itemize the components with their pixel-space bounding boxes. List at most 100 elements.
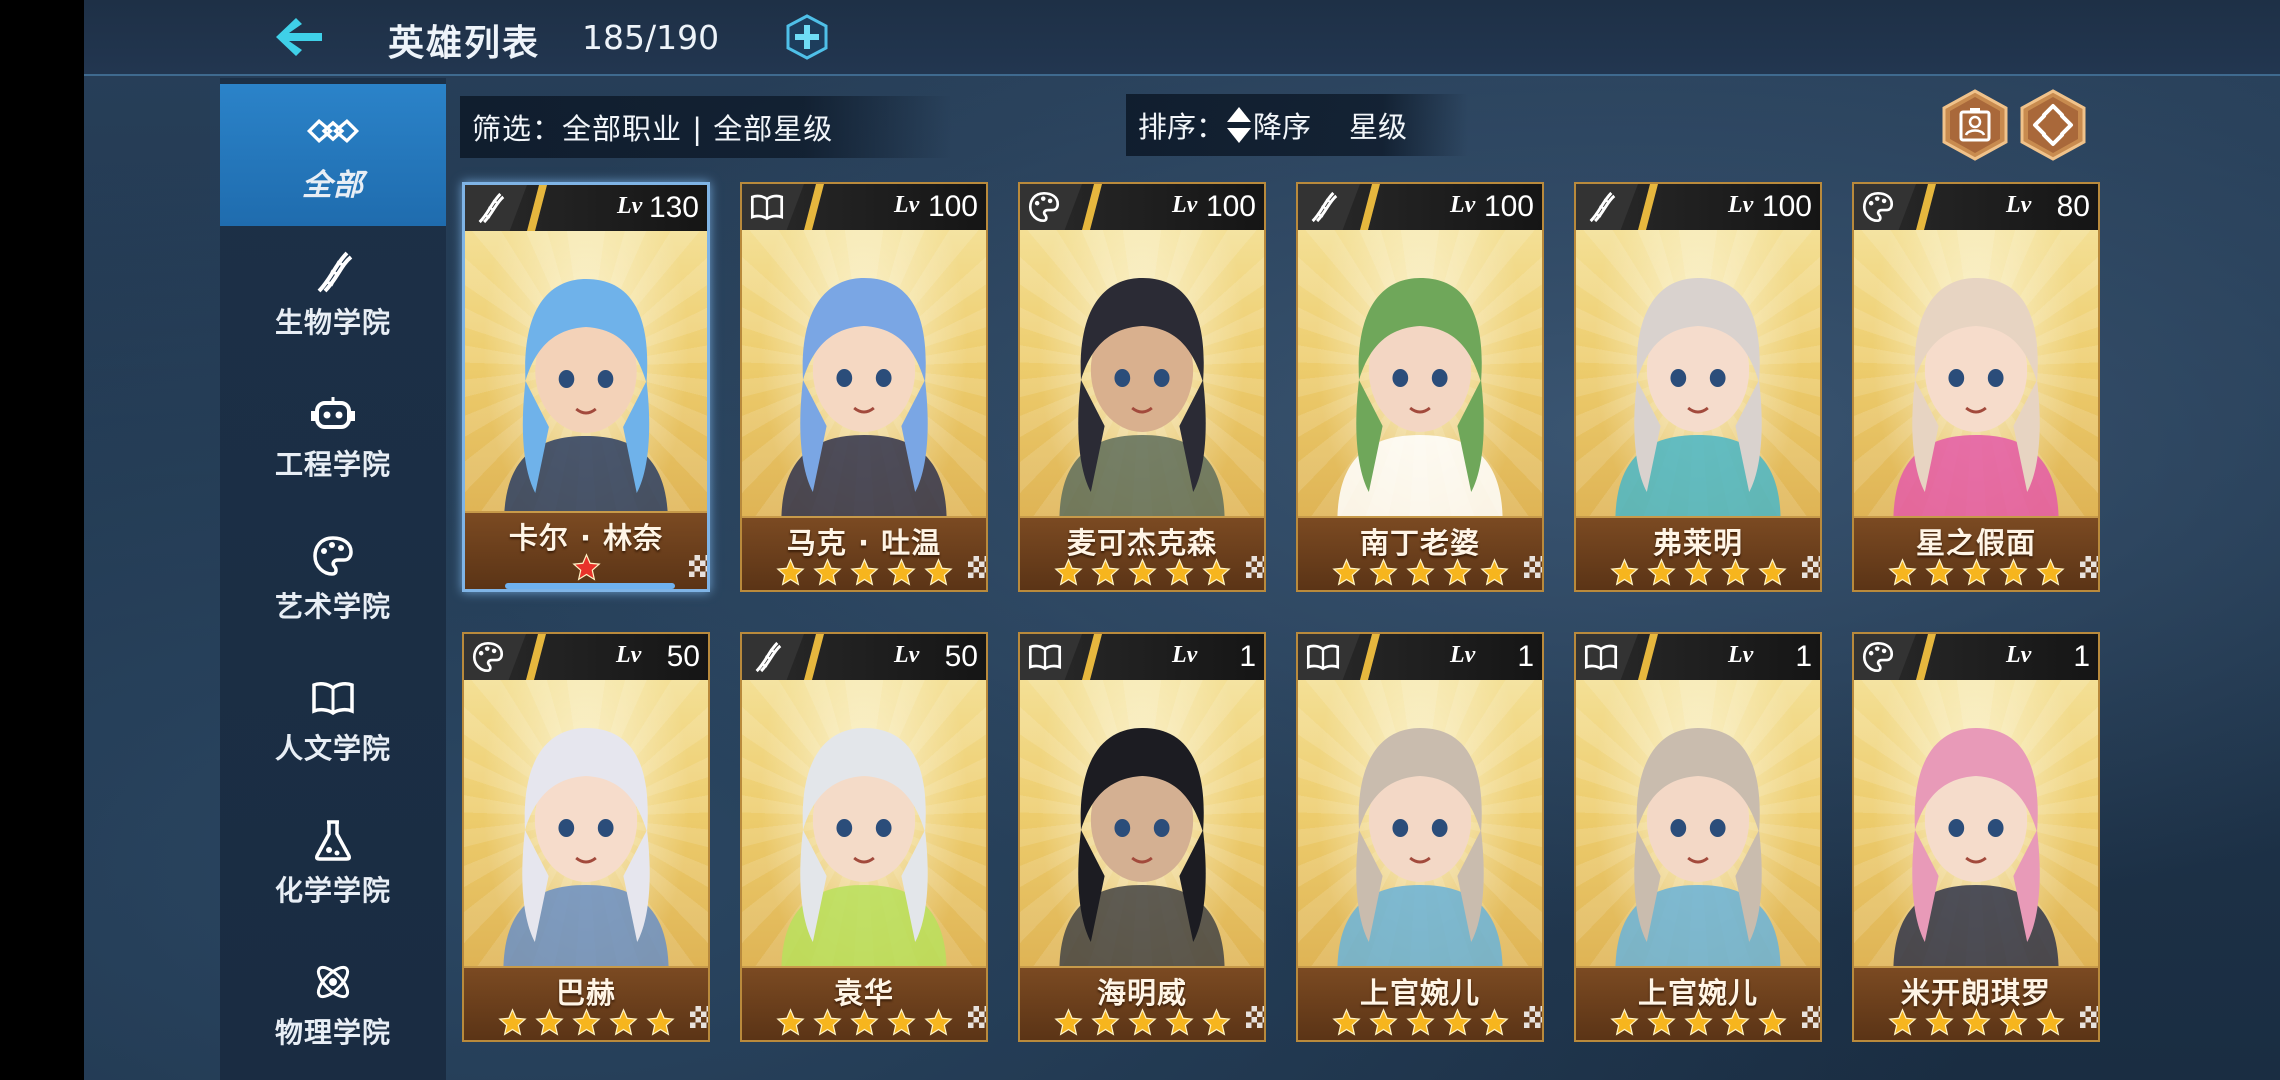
- hero-card[interactable]: Lv 100 马克 · 吐温: [740, 182, 988, 592]
- star-rating: [1020, 558, 1264, 587]
- hero-card[interactable]: Lv 1 海明威: [1018, 632, 1266, 1042]
- star-rating: [1576, 1008, 1820, 1037]
- sort-label: 排序：: [1138, 110, 1226, 144]
- dna-icon: [465, 185, 527, 231]
- header-stripe: [1082, 184, 1102, 230]
- hero-name: 弗莱明: [1652, 526, 1743, 560]
- level-tag: Lv: [1450, 192, 1476, 218]
- sidebar-item-label: 化学学院: [274, 874, 391, 907]
- star-rating: [464, 1008, 708, 1037]
- sidebar-item-humanities[interactable]: 人文学院: [220, 650, 446, 790]
- sort-order-toggle[interactable]: 降序: [1225, 104, 1311, 146]
- hero-name: 卡尔 · 林奈: [508, 521, 664, 555]
- header-stripe: [1916, 634, 1936, 680]
- hero-portrait: [1337, 278, 1503, 522]
- hero-archive-button[interactable]: [1940, 88, 2010, 162]
- star-rating: [1854, 558, 2098, 587]
- hero-card[interactable]: Lv 100 弗莱明: [1574, 182, 1822, 592]
- page-title: 英雄列表: [388, 23, 541, 64]
- checker-flag-icon: [690, 1006, 708, 1028]
- back-button[interactable]: [268, 10, 328, 64]
- hero-card[interactable]: Lv 50 巴赫: [462, 632, 710, 1042]
- name-plate: 星之假面: [1854, 516, 2098, 590]
- level-tag: Lv: [1450, 642, 1476, 668]
- header-stripe: [804, 184, 824, 230]
- card-header: Lv 100: [1020, 184, 1264, 230]
- card-header: Lv 80: [1854, 184, 2098, 230]
- hero-card[interactable]: Lv 80 星之假面: [1852, 182, 2100, 592]
- checker-flag-icon: [1246, 556, 1264, 578]
- hero-name: 马克 · 吐温: [786, 526, 942, 560]
- checker-flag-icon: [1524, 1006, 1542, 1028]
- hero-level: 100: [1761, 190, 1812, 223]
- star-rating: [742, 558, 986, 587]
- star-rating: [1298, 558, 1542, 587]
- dna-icon: [1298, 184, 1360, 230]
- sidebar-item-engineering[interactable]: 工程学院: [220, 366, 446, 506]
- level-tag: Lv: [2006, 192, 2032, 218]
- sort-field-label[interactable]: 星级: [1349, 104, 1407, 146]
- hero-name: 星之假面: [1915, 526, 2036, 560]
- enlarge-view-button[interactable]: [2018, 88, 2088, 162]
- hero-level: 1: [2073, 640, 2090, 673]
- book-icon: [1020, 634, 1082, 680]
- dna-icon: [1576, 184, 1638, 230]
- card-header: Lv 1: [1020, 634, 1264, 680]
- hero-level: 1: [1517, 640, 1534, 673]
- sidebar-item-label: 艺术学院: [274, 590, 391, 623]
- level-tag: Lv: [1728, 192, 1754, 218]
- hero-card[interactable]: Lv 100 麦可杰克森: [1018, 182, 1266, 592]
- header-stripe: [526, 634, 546, 680]
- palette-icon: [1854, 184, 1916, 230]
- checker-flag-icon: [968, 556, 986, 578]
- name-plate: 马克 · 吐温: [742, 516, 986, 590]
- expand-capacity-button[interactable]: [784, 14, 830, 60]
- level-tag: Lv: [894, 192, 920, 218]
- sidebar-item-all[interactable]: 全部: [220, 84, 446, 226]
- header-stripe: [1916, 184, 1936, 230]
- plus-icon: [786, 14, 828, 60]
- checker-flag-icon: [968, 1006, 986, 1028]
- sidebar-item-label: 物理学院: [274, 1016, 391, 1049]
- hero-level: 50: [944, 640, 978, 673]
- sidebar-item-biology[interactable]: 生物学院: [220, 224, 446, 364]
- level-tag: Lv: [1172, 192, 1198, 218]
- checker-flag-icon: [1802, 556, 1820, 578]
- hero-card[interactable]: Lv 130 卡尔 · 林奈: [462, 182, 710, 592]
- hero-card[interactable]: Lv 50 袁华: [740, 632, 988, 1042]
- star-rating: [465, 553, 707, 582]
- hero-portrait: [504, 279, 668, 523]
- sidebar-item-physics[interactable]: 物理学院: [220, 934, 446, 1074]
- flask-icon: [306, 815, 360, 865]
- hero-card[interactable]: Lv 1 上官婉儿: [1574, 632, 1822, 1042]
- level-tag: Lv: [2006, 642, 2032, 668]
- checker-flag-icon: [2080, 1006, 2098, 1028]
- palette-icon: [1020, 184, 1082, 230]
- card-header: Lv 100: [1576, 184, 1820, 230]
- arrow-left-icon: [276, 18, 322, 56]
- hero-level: 100: [1483, 190, 1534, 223]
- card-header: Lv 100: [742, 184, 986, 230]
- hero-card[interactable]: Lv 100 南丁老婆: [1296, 182, 1544, 592]
- hero-portrait: [1059, 278, 1225, 522]
- name-plate: 弗莱明: [1576, 516, 1820, 590]
- name-plate: 巴赫: [464, 966, 708, 1040]
- star-rating: [1576, 558, 1820, 587]
- hero-count: 185/190: [582, 18, 720, 57]
- palette-icon: [464, 634, 526, 680]
- checker-flag-icon: [1524, 556, 1542, 578]
- hero-card[interactable]: Lv 1 上官婉儿: [1296, 632, 1544, 1042]
- atom-icon: [306, 957, 360, 1007]
- dna-icon: [306, 247, 360, 297]
- hero-portrait: [1337, 728, 1503, 972]
- hero-card[interactable]: Lv 1 米开朗琪罗: [1852, 632, 2100, 1042]
- name-plate: 上官婉儿: [1576, 966, 1820, 1040]
- hero-name: 麦可杰克森: [1066, 526, 1217, 560]
- hero-level: 80: [2056, 190, 2090, 223]
- sidebar-item-chemistry[interactable]: 化学学院: [220, 792, 446, 932]
- name-plate: 上官婉儿: [1298, 966, 1542, 1040]
- filter-dropdown[interactable]: 筛选：全部职业 | 全部星级: [460, 96, 952, 158]
- sidebar-item-art[interactable]: 艺术学院: [220, 508, 446, 648]
- expand-icon: [2020, 89, 2086, 161]
- game-screen: 英雄列表 185/190 全部 生物学院 工程学院 艺术学院 人文学院 化学学院…: [84, 0, 2280, 1080]
